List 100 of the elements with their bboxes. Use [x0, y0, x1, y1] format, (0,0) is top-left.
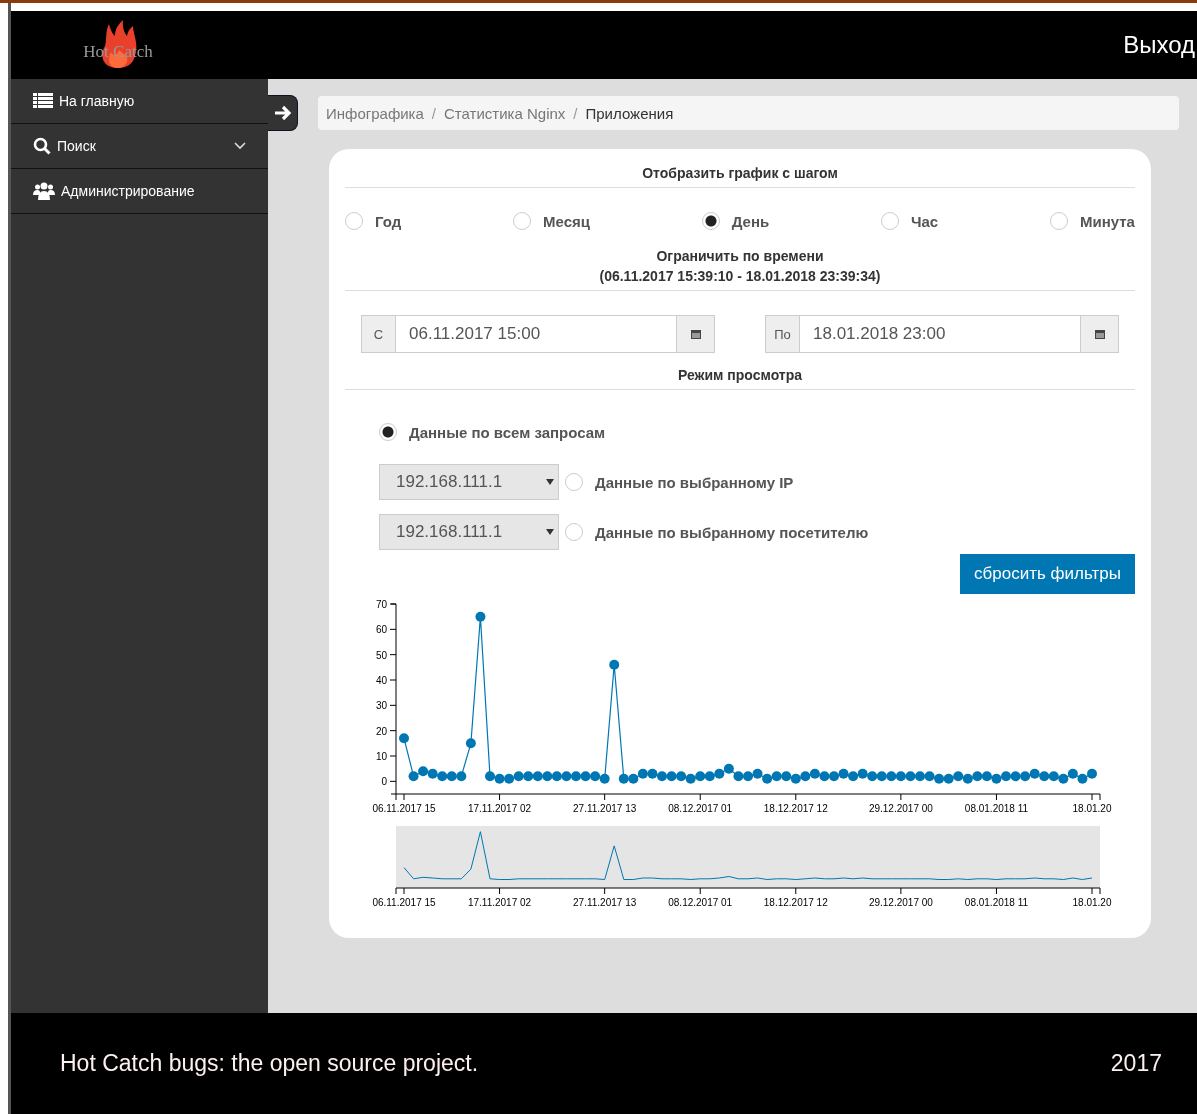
data-point: [857, 768, 868, 779]
calendar-button[interactable]: [677, 315, 715, 353]
data-point: [953, 771, 964, 782]
data-point: [695, 771, 706, 782]
x-tick-label: 29.12.2017 00: [868, 897, 933, 908]
radio-option[interactable]: День: [701, 212, 770, 230]
breadcrumb-link[interactable]: Статистика Nginx: [444, 104, 566, 122]
x-tick-label: 08.01.2018 11: [964, 897, 1029, 908]
data-point: [962, 773, 973, 784]
y-tick-label: 30: [375, 700, 387, 712]
data-point: [628, 773, 639, 784]
data-point: [924, 771, 935, 782]
radio-option[interactable]: Год: [345, 212, 402, 230]
radio-button[interactable]: [379, 423, 397, 441]
data-point: [771, 771, 782, 782]
data-point: [1058, 773, 1069, 784]
breadcrumb-link[interactable]: Приложения: [585, 104, 674, 122]
ip-select[interactable]: 192.168.111.1: [379, 514, 559, 550]
data-point: [427, 768, 438, 779]
data-point: [657, 771, 667, 782]
data-point: [714, 768, 725, 779]
data-point: [532, 771, 543, 782]
data-point: [743, 771, 753, 782]
date-input[interactable]: 06.11.2017 15:00: [396, 315, 677, 353]
y-tick-label: 10: [375, 751, 387, 762]
data-point: [580, 771, 591, 782]
data-point: [809, 768, 820, 779]
breadcrumb-separator: /: [431, 104, 437, 122]
data-point: [609, 659, 620, 670]
data-point: [972, 771, 983, 782]
sidebar-item[interactable]: На главную: [11, 79, 268, 124]
search-icon: [33, 137, 51, 155]
x-tick-label: 17.11.2017 02: [467, 803, 532, 814]
radio-button[interactable]: [1049, 212, 1068, 230]
data-point: [685, 773, 696, 784]
data-point: [465, 738, 476, 749]
radio-option[interactable]: Данные по выбранному IP: [565, 473, 794, 491]
list-icon: [33, 93, 53, 109]
x-tick-label: 27.11.2017 13: [573, 897, 637, 908]
x-tick-label: 06.11.2017 15: [372, 897, 436, 908]
radio-button[interactable]: [565, 473, 583, 491]
data-point: [637, 768, 648, 779]
radio-option[interactable]: Данные по выбранному посетителю: [565, 523, 869, 541]
data-point: [905, 771, 916, 782]
data-point: [446, 771, 457, 782]
date-addon: По: [765, 315, 800, 353]
y-tick-label: 0: [381, 776, 387, 788]
data-point: [838, 768, 849, 779]
calendar-button[interactable]: [1081, 315, 1119, 353]
data-point: [599, 773, 610, 784]
radio-button[interactable]: [345, 212, 363, 230]
data-point: [485, 771, 495, 782]
date-input[interactable]: 18.01.2018 23:00: [800, 315, 1081, 353]
data-point: [704, 771, 715, 782]
radio-option[interactable]: Час: [880, 212, 939, 230]
data-point: [1048, 771, 1059, 782]
data-point: [399, 733, 409, 744]
reset-filters-button[interactable]: сбросить фильтры: [960, 554, 1135, 594]
sidebar-item[interactable]: Администрирование: [11, 169, 268, 214]
data-point: [542, 771, 553, 782]
x-tick-label: 08.12.2017 01: [668, 897, 733, 908]
data-point: [551, 771, 562, 782]
data-point: [1087, 768, 1097, 779]
y-tick-label: 40: [375, 675, 387, 686]
data-point: [790, 773, 801, 784]
ip-select[interactable]: 192.168.111.1: [379, 464, 559, 500]
footer-year: 2017: [1110, 1050, 1162, 1077]
logout-link[interactable]: Выход: [1123, 31, 1195, 59]
radio-option[interactable]: Минута: [1049, 212, 1135, 230]
data-point: [829, 771, 839, 782]
sidebar-toggle-button[interactable]: [268, 95, 298, 131]
radio-button[interactable]: [513, 212, 531, 230]
data-point: [561, 771, 572, 782]
footer-text: Hot Catch bugs: the open source project.: [60, 1050, 479, 1077]
sidebar-item[interactable]: Поиск: [11, 124, 268, 169]
data-point: [513, 771, 524, 782]
caret-icon: [546, 529, 554, 535]
data-point: [934, 773, 945, 784]
radio-button[interactable]: [701, 212, 720, 230]
y-tick-label: 50: [375, 649, 387, 661]
data-point: [418, 766, 429, 777]
data-point: [1067, 768, 1078, 779]
section-title: Режим просмотра: [345, 365, 1135, 390]
x-tick-label: 08.12.2017 01: [668, 803, 733, 814]
data-point: [723, 763, 734, 774]
data-point: [590, 771, 601, 782]
data-point: [571, 771, 581, 782]
data-point: [494, 773, 505, 784]
radio-option[interactable]: Месяц: [513, 212, 590, 230]
radio-option[interactable]: Данные по всем запросам: [379, 423, 606, 441]
x-tick-label: 08.01.2018 11: [964, 803, 1029, 814]
users-icon: [33, 182, 55, 200]
x-tick-label: 29.12.2017 00: [868, 803, 933, 814]
radio-button[interactable]: [565, 523, 583, 541]
data-point: [523, 771, 534, 782]
breadcrumb-link[interactable]: Инфографика: [326, 104, 424, 122]
radio-button[interactable]: [880, 212, 899, 230]
calendar-icon: [1094, 329, 1105, 339]
section-title: Ограничить по времени (06.11.2017 15:39:10 - 18.01.2018 23:39:34): [345, 246, 1135, 291]
data-point: [676, 771, 687, 782]
